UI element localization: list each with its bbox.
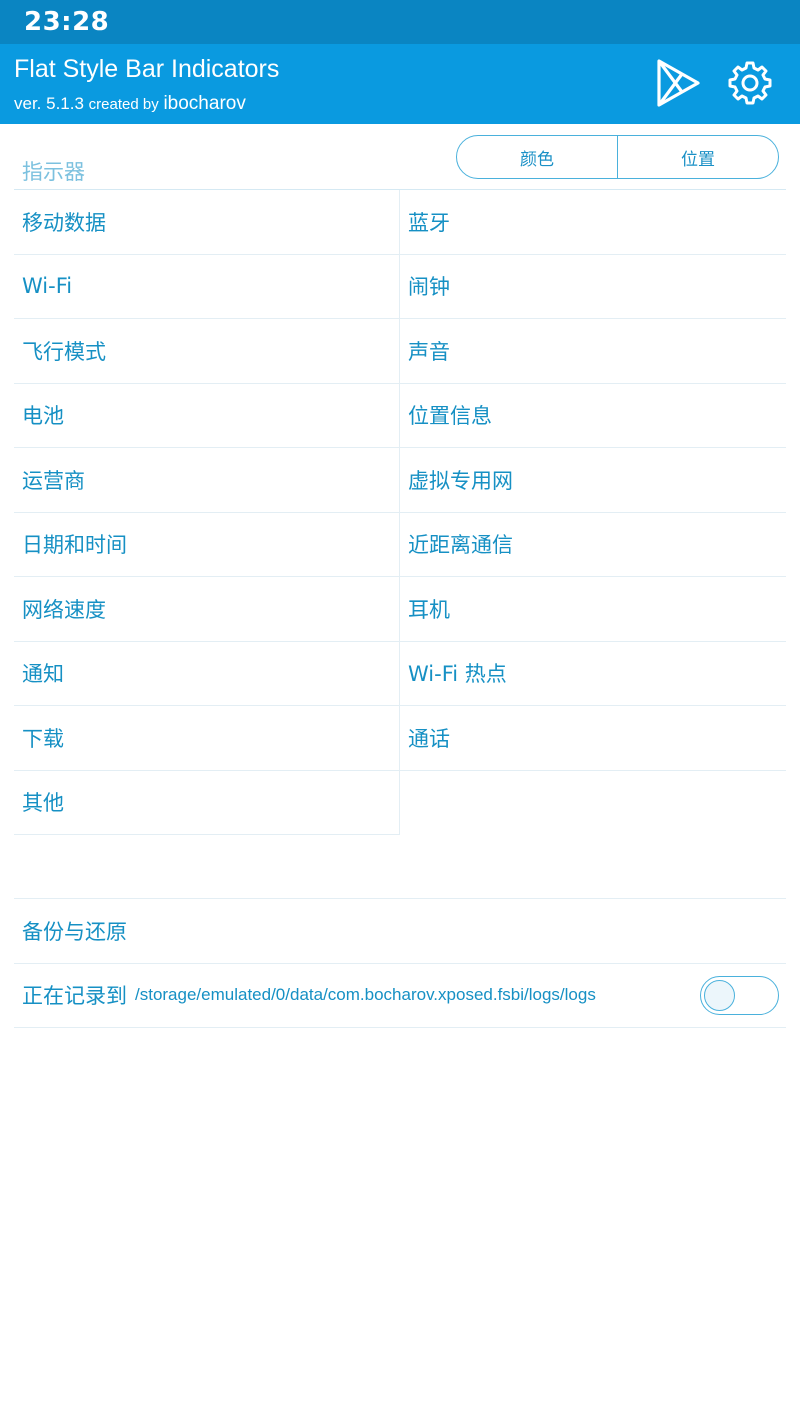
app-title: Flat Style Bar Indicators [14, 55, 280, 83]
backup-restore-item[interactable]: 备份与还原 [14, 899, 786, 964]
mode-segmented-control: 颜色 位置 [456, 135, 779, 179]
indicator-notifications[interactable]: 通知 [14, 641, 400, 706]
indicator-alarm[interactable]: 闹钟 [400, 255, 786, 319]
grid-row: 飞行模式 声音 [14, 319, 786, 384]
indicator-sound[interactable]: 声音 [400, 319, 786, 384]
play-store-button[interactable] [653, 58, 703, 108]
logging-item: 正在记录到 /storage/emulated/0/data/com.bocha… [14, 964, 786, 1028]
created-by-text: created by [88, 96, 159, 113]
grid-row: 网络速度 耳机 [14, 577, 786, 642]
indicator-call[interactable]: 通话 [400, 706, 786, 771]
app-bar: Flat Style Bar Indicators ver. 5.1.3 cre… [0, 44, 800, 124]
indicator-grid: 移动数据 蓝牙 Wi-Fi 闹钟 飞行模式 声音 电池 位置信息 运营商 虚拟专… [14, 190, 786, 835]
indicator-wifi-hotspot[interactable]: Wi-Fi 热点 [400, 642, 786, 706]
indicator-carrier[interactable]: 运营商 [14, 448, 400, 513]
indicator-other[interactable]: 其他 [14, 770, 400, 835]
grid-row: 运营商 虚拟专用网 [14, 448, 786, 513]
grid-row: 日期和时间 近距离通信 [14, 512, 786, 577]
grid-row: Wi-Fi 闹钟 [14, 254, 786, 319]
indicator-download[interactable]: 下载 [14, 706, 400, 771]
gear-icon [728, 61, 772, 105]
indicator-airplane-mode[interactable]: 飞行模式 [14, 319, 400, 384]
log-path-text: /storage/emulated/0/data/com.bocharov.xp… [135, 985, 596, 1005]
grid-row: 移动数据 蓝牙 [14, 190, 786, 255]
settings-button[interactable] [725, 58, 775, 108]
grid-row: 其他 [14, 770, 786, 836]
indicators-header: 指示器 颜色 位置 [14, 124, 786, 190]
play-store-icon [657, 59, 700, 107]
toggle-knob [704, 979, 735, 1011]
empty-cell [400, 771, 786, 836]
indicator-vpn[interactable]: 虚拟专用网 [400, 448, 786, 513]
app-subtitle: ver. 5.1.3 created by ibocharov [14, 93, 246, 115]
logging-label: 正在记录到 [22, 984, 127, 1009]
status-time: 23:28 [24, 7, 110, 37]
settings-list: 备份与还原 正在记录到 /storage/emulated/0/data/com… [14, 898, 786, 1028]
indicator-mobile-data[interactable]: 移动数据 [14, 190, 400, 255]
indicator-network-speed[interactable]: 网络速度 [14, 577, 400, 642]
status-bar: 23:28 [0, 0, 800, 44]
indicators-section-label: 指示器 [22, 160, 85, 184]
indicator-bluetooth[interactable]: 蓝牙 [400, 190, 786, 255]
indicator-location[interactable]: 位置信息 [400, 384, 786, 448]
version-text: ver. 5.1.3 [14, 94, 84, 113]
segment-position[interactable]: 位置 [617, 136, 778, 178]
indicator-battery[interactable]: 电池 [14, 383, 400, 448]
indicator-headset[interactable]: 耳机 [400, 577, 786, 642]
grid-row: 通知 Wi-Fi 热点 [14, 641, 786, 706]
indicator-nfc[interactable]: 近距离通信 [400, 513, 786, 577]
backup-restore-label: 备份与还原 [22, 919, 127, 944]
grid-row: 下载 通话 [14, 706, 786, 771]
segment-color[interactable]: 颜色 [457, 136, 617, 178]
indicator-date-time[interactable]: 日期和时间 [14, 512, 400, 577]
indicator-wifi[interactable]: Wi-Fi [14, 254, 400, 319]
author-name: ibocharov [163, 93, 246, 114]
logging-toggle[interactable] [700, 975, 779, 1015]
grid-row: 电池 位置信息 [14, 383, 786, 448]
